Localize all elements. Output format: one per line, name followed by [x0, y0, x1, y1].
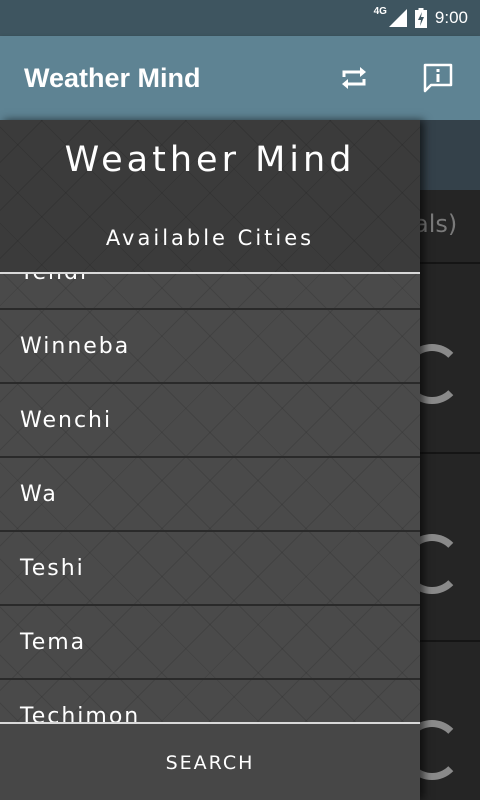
- city-item[interactable]: Teshi: [0, 532, 420, 606]
- status-bar: 4G 9:00: [0, 0, 480, 36]
- city-item[interactable]: Yendi: [0, 274, 420, 310]
- battery-charging-icon: [414, 8, 427, 28]
- city-item[interactable]: Wenchi: [0, 384, 420, 458]
- app-title: Weather Mind: [24, 63, 201, 93]
- drawer-title: Weather Mind: [64, 140, 356, 180]
- drawer-subtitle: Available Cities: [105, 226, 315, 250]
- drawer-header: Weather Mind Available Cities: [0, 120, 420, 274]
- city-list-scroll: Yendi Winneba Wenchi Wa Teshi Tema Techi…: [0, 274, 420, 722]
- navigation-drawer: Weather Mind Available Cities Yendi Winn…: [0, 120, 420, 800]
- info-icon[interactable]: [422, 62, 454, 94]
- signal-icon: [388, 9, 407, 27]
- status-time: 9:00: [434, 8, 468, 27]
- app-bar: Weather Mind: [0, 36, 480, 120]
- city-item[interactable]: Techimon: [0, 680, 420, 723]
- city-list[interactable]: Yendi Winneba Wenchi Wa Teshi Tema Techi…: [0, 274, 420, 722]
- city-item[interactable]: Wa: [0, 458, 420, 532]
- search-button[interactable]: SEARCH: [0, 724, 420, 800]
- refresh-icon[interactable]: [338, 62, 370, 94]
- city-item[interactable]: Tema: [0, 606, 420, 680]
- network-type: 4G: [373, 5, 387, 17]
- status-icons: 4G 9:00: [374, 0, 468, 36]
- main-partial-text: als): [414, 210, 458, 238]
- drawer-footer: SEARCH: [0, 722, 420, 800]
- city-item[interactable]: Winneba: [0, 310, 420, 384]
